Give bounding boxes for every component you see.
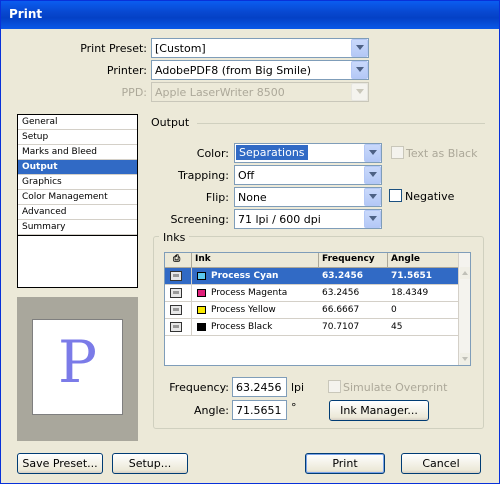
ink-row-cyan[interactable]: Process Cyan 63.2456 71.5651 [165, 268, 459, 285]
save-preset-button[interactable]: Save Preset... [17, 453, 103, 474]
ink-frequency: 66.6667 [322, 305, 360, 315]
sidebar-item-output[interactable]: Output [18, 160, 137, 175]
title-bar[interactable]: Print [1, 1, 499, 29]
sidebar-item-advanced[interactable]: Advanced [18, 205, 137, 220]
text-as-black-label: Text as Black [406, 147, 478, 160]
sidebar-item-general[interactable]: General [18, 115, 137, 130]
chevron-down-icon[interactable] [364, 210, 381, 228]
column-header-frequency[interactable]: Frequency [322, 254, 375, 264]
ink-angle: 18.4349 [391, 288, 429, 298]
sidebar-item-setup[interactable]: Setup [18, 130, 137, 145]
print-dialog: Print Print Preset: [Custom] Printer: Ad… [0, 0, 500, 484]
ink-name: Process Yellow [211, 305, 276, 315]
frequency-label: Frequency: [169, 381, 229, 394]
printer-icon[interactable] [170, 305, 182, 315]
negative-checkbox[interactable] [389, 189, 402, 202]
ink-frequency: 63.2456 [322, 288, 360, 298]
chevron-down-icon[interactable] [364, 188, 381, 206]
ink-angle: 0 [391, 305, 397, 315]
ink-name: Process Cyan [211, 271, 279, 281]
chevron-down-icon[interactable] [351, 61, 368, 79]
frequency-unit: lpi [291, 381, 305, 394]
sidebar-item-summary[interactable]: Summary [18, 220, 137, 235]
printer-label: Printer: [106, 64, 147, 77]
screening-select[interactable]: 71 lpi / 600 dpi [234, 209, 382, 229]
angle-value: 71.5651 [236, 404, 282, 417]
sidebar-item-graphics[interactable]: Graphics [18, 175, 137, 190]
print-preset-select[interactable]: [Custom] [151, 38, 369, 58]
text-as-black-checkbox [391, 146, 404, 159]
trapping-label: Trapping: [177, 169, 229, 182]
preview-letter: P [57, 328, 98, 396]
print-preset-label: Print Preset: [80, 42, 147, 55]
screening-label: Screening: [170, 213, 229, 226]
print-button[interactable]: Print [305, 453, 385, 474]
preview-page: P [32, 319, 123, 415]
swatch-black [197, 323, 206, 331]
ink-row-black[interactable]: Process Black 70.7107 45 [165, 319, 459, 336]
print-preset-value: [Custom] [155, 42, 206, 55]
simulate-overprint-checkbox [328, 380, 341, 393]
section-divider [197, 123, 485, 124]
chevron-down-icon[interactable] [351, 39, 368, 57]
cancel-button[interactable]: Cancel [401, 453, 481, 474]
printer-value: AdobePDF8 (from Big Smile) [155, 64, 312, 77]
swatch-magenta [197, 289, 206, 297]
chevron-down-icon [351, 83, 368, 101]
flip-label: Flip: [205, 191, 229, 204]
setup-button[interactable]: Setup... [112, 453, 188, 474]
ink-name: Process Black [211, 322, 273, 332]
color-select[interactable]: Separations [234, 143, 382, 163]
flip-value: None [238, 191, 267, 204]
ppd-value: Apple LaserWriter 8500 [155, 86, 285, 99]
page-preview: P [17, 297, 138, 441]
ink-frequency: 70.7107 [322, 322, 360, 332]
ppd-select: Apple LaserWriter 8500 [151, 82, 369, 102]
color-label: Color: [196, 147, 229, 160]
printer-icon[interactable] [170, 271, 182, 281]
printer-icon[interactable] [170, 322, 182, 332]
chevron-down-icon[interactable] [364, 166, 381, 184]
inks-group-label: Inks [159, 231, 190, 244]
ink-angle: 71.5651 [391, 271, 432, 281]
ppd-label: PPD: [121, 86, 147, 99]
screening-value: 71 lpi / 600 dpi [238, 213, 321, 226]
ink-manager-button[interactable]: Ink Manager... [329, 400, 429, 421]
frequency-input[interactable]: 63.2456 [232, 377, 287, 397]
chevron-down-icon[interactable] [364, 144, 381, 162]
ink-row-yellow[interactable]: Process Yellow 66.6667 0 [165, 302, 459, 319]
negative-label: Negative [405, 190, 455, 203]
ink-row-magenta[interactable]: Process Magenta 63.2456 18.4349 [165, 285, 459, 302]
ink-angle: 45 [391, 322, 403, 332]
trapping-select[interactable]: Off [234, 165, 382, 185]
printer-icon[interactable] [170, 288, 182, 298]
trapping-value: Off [238, 169, 255, 182]
swatch-yellow [197, 306, 206, 314]
inks-table: ⎙ Ink Frequency Angle Process Cyan 63.24… [164, 252, 471, 366]
printer-select[interactable]: AdobePDF8 (from Big Smile) [151, 60, 369, 80]
color-value: Separations [236, 145, 308, 160]
angle-unit: ° [291, 401, 297, 414]
simulate-overprint-label: Simulate Overprint [343, 381, 448, 394]
scroll-up-icon[interactable] [460, 267, 470, 279]
frequency-value: 63.2456 [236, 381, 282, 394]
category-list: General Setup Marks and Bleed Output Gra… [17, 114, 138, 288]
scroll-down-icon[interactable] [460, 353, 470, 365]
angle-input[interactable]: 71.5651 [232, 400, 287, 420]
flip-select[interactable]: None [234, 187, 382, 207]
ink-name: Process Magenta [211, 288, 288, 298]
ink-frequency: 63.2456 [322, 271, 363, 281]
sidebar-item-color-management[interactable]: Color Management [18, 190, 137, 205]
swatch-cyan [197, 272, 206, 280]
printer-column-icon: ⎙ [173, 254, 181, 264]
section-title: Output [151, 116, 190, 129]
inks-scrollbar[interactable] [458, 253, 470, 365]
sidebar-item-marks-and-bleed[interactable]: Marks and Bleed [18, 145, 137, 160]
list-empty-area [18, 235, 137, 287]
column-header-angle[interactable]: Angle [391, 254, 420, 264]
angle-label: Angle: [193, 404, 229, 417]
column-header-ink[interactable]: Ink [195, 254, 211, 264]
inks-table-header: ⎙ Ink Frequency Angle [165, 253, 459, 268]
window-title: Print [9, 7, 43, 21]
